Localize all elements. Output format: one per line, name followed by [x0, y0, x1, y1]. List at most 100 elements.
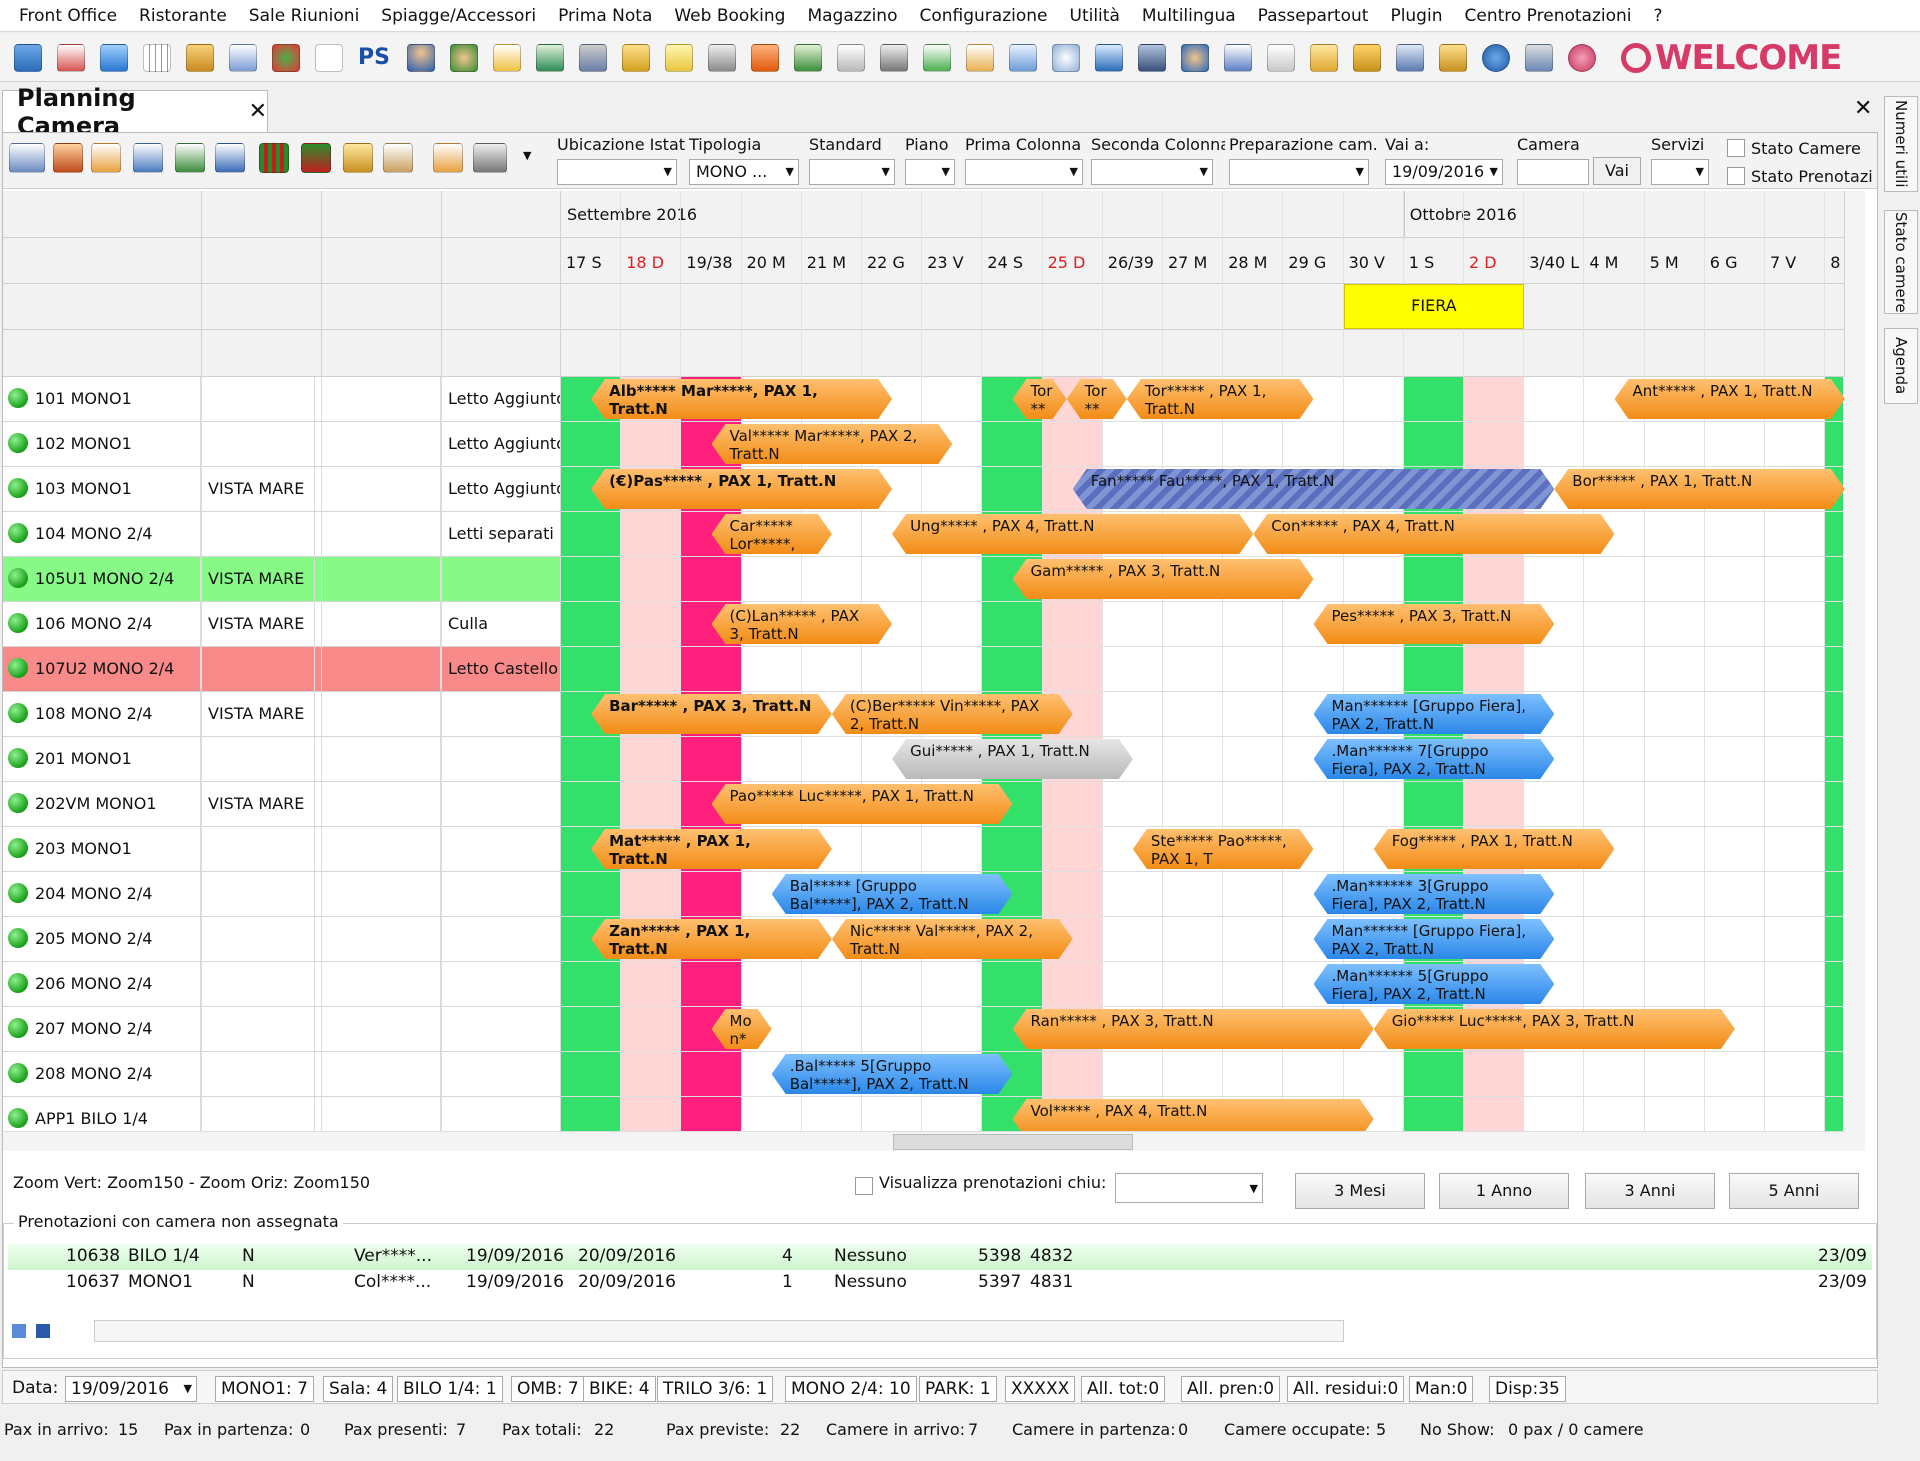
room-row[interactable]: 101 MONO1 Letto Aggiunto	[3, 377, 561, 422]
room-row[interactable]: 106 MONO 2/4 VISTA MARE Culla	[3, 602, 561, 647]
booking-bar[interactable]: Car***** Lor*****,	[712, 514, 832, 554]
range-3-mesi-button[interactable]: 3 Mesi	[1295, 1173, 1425, 1209]
print-dropdown-icon[interactable]: ▼	[523, 149, 531, 162]
folder-icon[interactable]	[1310, 43, 1338, 72]
booking-bar[interactable]: Tor***** , PAX 1, Tratt.N	[1127, 379, 1314, 419]
stamp-icon[interactable]	[579, 43, 607, 72]
range-3-anni-button[interactable]: 3 Anni	[1585, 1173, 1715, 1209]
zoom-in-icon[interactable]	[175, 143, 205, 173]
form-icon[interactable]	[133, 143, 163, 173]
checklist-icon[interactable]	[794, 43, 822, 72]
note-icon[interactable]	[665, 43, 693, 72]
room-row[interactable]: 107U2 MONO 2/4 Letto Castello	[3, 647, 561, 692]
day-header[interactable]: 21 M	[807, 253, 846, 272]
day-header[interactable]: 28 M	[1228, 253, 1267, 272]
menu-prima-nota[interactable]: Prima Nota	[547, 6, 663, 26]
room-row[interactable]: 207 MONO 2/4	[3, 1007, 561, 1052]
booking-bar[interactable]: Alb***** Mar*****, PAX 1, Tratt.N	[591, 379, 892, 419]
menu-help[interactable]: ?	[1643, 6, 1674, 26]
vai-a-date-input[interactable]: 19/09/2016 ▼	[1385, 159, 1503, 185]
day-header[interactable]: 8	[1830, 253, 1840, 272]
close-panel-icon[interactable]: ✕	[1854, 96, 1872, 121]
windows-icon[interactable]	[1009, 43, 1037, 72]
range-1-anno-button[interactable]: 1 Anno	[1439, 1173, 1569, 1209]
search-document-icon[interactable]	[383, 143, 413, 173]
day-header[interactable]: 6 G	[1710, 253, 1738, 272]
scroll-thumb[interactable]	[893, 1134, 1133, 1150]
user-icon[interactable]	[407, 43, 435, 72]
booking-bar[interactable]: Bor***** , PAX 1, Tratt.N	[1554, 469, 1845, 509]
menu-spiagge[interactable]: Spiagge/Accessori	[370, 6, 547, 26]
vertical-scrollbar[interactable]	[1845, 191, 1865, 1151]
refresh-icon[interactable]	[12, 1324, 26, 1338]
close-tab-icon[interactable]: ✕	[249, 99, 267, 124]
menu-multilingua[interactable]: Multilingua	[1131, 6, 1247, 26]
print-icon[interactable]	[473, 143, 507, 173]
room-row[interactable]: 205 MONO 2/4	[3, 917, 561, 962]
horizontal-scrollbar[interactable]	[3, 1131, 1845, 1151]
printer-icon[interactable]	[708, 43, 736, 72]
vai-button[interactable]: Vai	[1593, 157, 1641, 185]
edit-document-icon[interactable]	[229, 43, 257, 72]
menu-web-booking[interactable]: Web Booking	[663, 6, 796, 26]
room-row[interactable]: 206 MONO 2/4	[3, 962, 561, 1007]
booking-bar[interactable]: (C)Ber***** Vin*****, PAX 2, Tratt.N	[832, 694, 1073, 734]
calculator-icon[interactable]	[1396, 43, 1424, 72]
ubicazione-select[interactable]: ▼	[557, 159, 677, 185]
booking-bar[interactable]: Ant***** , PAX 1, Tratt.N	[1615, 379, 1846, 419]
booking-bar[interactable]: Ste***** Pao*****, PAX 1, T	[1133, 829, 1314, 869]
booking-bar[interactable]: (€)Pas***** , PAX 1, Tratt.N	[591, 469, 892, 509]
unassigned-row[interactable]: 10638 BILO 1/4 N Ver****... 19/09/2016 2…	[8, 1244, 1872, 1270]
day-header[interactable]: 26/39	[1108, 253, 1154, 272]
room-row[interactable]: 104 MONO 2/4 Letti separati	[3, 512, 561, 557]
register-icon[interactable]	[536, 43, 564, 72]
planning-icon[interactable]	[14, 43, 42, 72]
grid-icon[interactable]	[143, 43, 171, 72]
camera-input[interactable]	[1517, 159, 1589, 185]
day-header[interactable]: 27 M	[1168, 253, 1207, 272]
prima-colonna-select[interactable]: ▼	[965, 159, 1083, 185]
booking-bar[interactable]: Zan***** , PAX 1, Tratt.N	[591, 919, 832, 959]
copy-icon[interactable]	[1267, 43, 1295, 72]
menu-passepartout[interactable]: Passepartout	[1247, 6, 1380, 26]
room-row[interactable]: APP1 BILO 1/4	[3, 1097, 561, 1131]
users-icon[interactable]	[450, 43, 478, 72]
menu-centro-prenotazioni[interactable]: Centro Prenotazioni	[1453, 6, 1642, 26]
stato-camere-checkbox[interactable]	[1727, 139, 1745, 157]
help-icon[interactable]	[1482, 43, 1510, 72]
wallet-icon[interactable]	[1353, 43, 1381, 72]
booking-bar[interactable]: Fan***** Fau*****, PAX 1, Tratt.N	[1073, 469, 1555, 509]
side-tab-agenda[interactable]: Agenda	[1884, 328, 1918, 404]
save-icon[interactable]	[36, 1324, 50, 1338]
booking-bar[interactable]: Man****** [Gruppo Fiera], PAX 2, Tratt.N	[1314, 694, 1555, 734]
ps-icon[interactable]: PS	[358, 44, 392, 72]
booking-bar[interactable]: Ran***** , PAX 3, Tratt.N	[1013, 1009, 1374, 1049]
day-header[interactable]: 30 V	[1349, 253, 1385, 272]
bars-icon[interactable]	[259, 143, 289, 173]
planning-tab[interactable]: Planning Camera ✕	[2, 84, 268, 140]
booking-bar[interactable]: Val***** Mar*****, PAX 2, Tratt.N	[712, 424, 953, 464]
menu-front-office[interactable]: Front Office	[8, 6, 128, 26]
menu-ristorante[interactable]: Ristorante	[128, 6, 238, 26]
seconda-colonna-select[interactable]: ▼	[1091, 159, 1213, 185]
room-row[interactable]: 204 MONO 2/4	[3, 872, 561, 917]
day-header[interactable]: 4 M	[1589, 253, 1618, 272]
guest-card-icon[interactable]	[186, 43, 214, 72]
booking-bar[interactable]: Fog***** , PAX 1, Tratt.N	[1374, 829, 1615, 869]
booking-bar[interactable]: .Bal***** 5[Gruppo Bal*****], PAX 2, Tra…	[772, 1054, 1013, 1094]
day-header[interactable]: 3/40 L	[1529, 253, 1579, 272]
list-settings-icon[interactable]	[91, 143, 121, 173]
piano-select[interactable]: ▼	[905, 159, 955, 185]
page-icon[interactable]	[315, 43, 343, 72]
event-fiera[interactable]: FIERA	[1343, 284, 1525, 329]
day-header[interactable]: 17 S	[566, 253, 602, 272]
menu-sale-riunioni[interactable]: Sale Riunioni	[238, 6, 371, 26]
booking-bar[interactable]: Gui***** , PAX 1, Tratt.N	[892, 739, 1133, 779]
day-header[interactable]: 18 D	[626, 253, 664, 272]
day-header[interactable]: 2 D	[1469, 253, 1497, 272]
booking-bar[interactable]: Nic***** Val*****, PAX 2, Tratt.N	[832, 919, 1073, 959]
network-icon[interactable]	[1525, 43, 1553, 72]
map-icon[interactable]	[1095, 43, 1123, 72]
building-icon[interactable]	[301, 143, 331, 173]
chart-icon[interactable]	[272, 43, 300, 72]
